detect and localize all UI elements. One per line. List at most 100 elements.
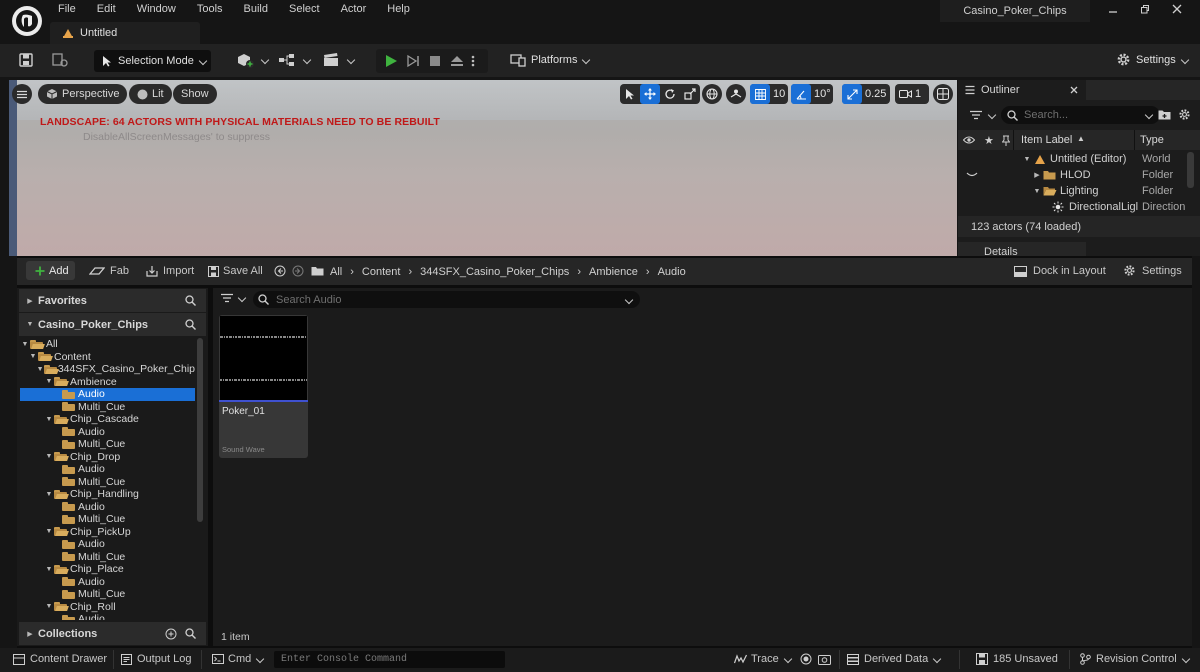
cinematics-button[interactable] <box>322 52 354 68</box>
expand-arrow-icon[interactable]: ▼ <box>44 377 54 387</box>
unsaved-button[interactable]: 185 Unsaved <box>976 653 1058 665</box>
minimize-icon[interactable] <box>1108 4 1118 14</box>
breadcrumb-folder-icon[interactable] <box>311 266 324 276</box>
asset-filter-button[interactable] <box>221 292 245 304</box>
favorites-section[interactable]: ▶ Favorites <box>19 289 206 312</box>
menu-build[interactable]: Build <box>244 3 280 15</box>
folder-tree-item[interactable]: Multi_Cue <box>20 401 195 414</box>
outliner-scrollbar[interactable] <box>1187 152 1194 188</box>
folder-tree-item[interactable]: ▼ Chip_Roll <box>20 601 195 614</box>
maximize-icon[interactable] <box>1140 4 1150 14</box>
breadcrumb-separator-icon[interactable]: › <box>646 266 650 278</box>
stop-icon[interactable] <box>427 53 443 69</box>
save-icon[interactable] <box>18 52 34 68</box>
menu-window[interactable]: Window <box>137 3 188 15</box>
outliner-row[interactable]: ▼ Lighting Folder <box>958 183 1188 199</box>
type-header[interactable]: Type <box>1140 134 1164 146</box>
item-label-header[interactable]: Item Label <box>1021 134 1072 146</box>
viewport-menu-button[interactable] <box>12 84 32 104</box>
eject-icon[interactable] <box>449 53 465 69</box>
add-collection-icon[interactable] <box>165 628 177 640</box>
folder-tree-item[interactable]: Multi_Cue <box>20 513 195 526</box>
outliner-row[interactable]: ▶ HLOD Folder <box>958 167 1188 183</box>
folder-tree-item[interactable]: ▼ 344SFX_Casino_Poker_Chip <box>20 363 195 376</box>
import-button[interactable]: Import <box>146 265 194 277</box>
search-icon[interactable] <box>185 295 196 306</box>
rotation-snap-button[interactable]: 10° <box>791 84 833 104</box>
collapse-arrow-icon[interactable]: ▶ <box>1032 170 1042 180</box>
expand-arrow-icon[interactable]: ▼ <box>44 414 54 424</box>
breadcrumb-pack[interactable]: 344SFX_Casino_Poker_Chips <box>420 266 569 278</box>
menu-edit[interactable]: Edit <box>97 3 128 15</box>
output-log-button[interactable]: Output Log <box>121 653 191 665</box>
menu-tools[interactable]: Tools <box>197 3 235 15</box>
level-viewport[interactable] <box>9 80 957 256</box>
folder-tree-item[interactable]: Audio <box>20 426 195 439</box>
select-tool-icon[interactable] <box>620 84 640 104</box>
folder-tree-item[interactable]: Audio <box>20 613 195 620</box>
folder-tree-item[interactable]: Audio <box>20 501 195 514</box>
outliner-filter-button[interactable] <box>970 109 995 121</box>
project-section[interactable]: ▼ Casino_Poker_Chips <box>19 313 206 336</box>
breadcrumb-separator-icon[interactable]: › <box>577 266 581 278</box>
folder-tree-item[interactable]: Multi_Cue <box>20 551 195 564</box>
menu-file[interactable]: File <box>58 3 88 15</box>
folder-tree-item[interactable]: Multi_Cue <box>20 588 195 601</box>
scale-tool-icon[interactable] <box>680 84 700 104</box>
dock-in-layout-button[interactable]: Dock in Layout <box>1014 265 1106 277</box>
surface-snap-button[interactable] <box>726 84 746 104</box>
folder-tree-item[interactable]: ▼ Chip_Drop <box>20 451 195 464</box>
outliner-row[interactable]: DirectionalLigl Direction <box>958 199 1188 215</box>
folder-tree-item[interactable]: ▼ Chip_Place <box>20 563 195 576</box>
details-tab[interactable]: Details <box>958 242 1086 256</box>
viewport-layout-button[interactable] <box>933 84 953 104</box>
outliner-row[interactable]: ▼ Untitled (Editor) World <box>958 151 1188 167</box>
folder-tree-item[interactable]: ▼ All <box>20 338 195 351</box>
show-button[interactable]: Show <box>173 84 217 104</box>
grid-snap-button[interactable]: 10 <box>750 84 788 104</box>
menu-help[interactable]: Help <box>387 3 422 15</box>
outliner-close-icon[interactable] <box>1070 86 1078 94</box>
perspective-button[interactable]: Perspective <box>38 84 128 104</box>
outliner-settings-icon[interactable] <box>1178 108 1191 121</box>
play-options-icon[interactable] <box>471 54 475 68</box>
record-icon[interactable] <box>800 653 812 665</box>
folder-tree-item[interactable]: ▼ Chip_Handling <box>20 488 195 501</box>
search-icon[interactable] <box>185 628 196 639</box>
source-control-icon[interactable] <box>51 52 69 68</box>
expand-arrow-icon[interactable]: ▼ <box>44 602 54 612</box>
folder-tree-item[interactable]: Audio <box>20 463 195 476</box>
fab-button[interactable]: Fab <box>89 265 129 277</box>
revision-control-dropdown[interactable]: Revision Control <box>1080 653 1189 665</box>
breadcrumb-audio[interactable]: Audio <box>658 266 686 278</box>
expand-arrow-icon[interactable]: ▼ <box>44 489 54 499</box>
world-local-button[interactable] <box>702 84 722 104</box>
breadcrumb-separator-icon[interactable]: › <box>350 266 354 278</box>
expand-arrow-icon[interactable]: ▼ <box>44 452 54 462</box>
folder-tree-item[interactable]: Multi_Cue <box>20 476 195 489</box>
save-all-button[interactable]: Save All <box>208 265 263 277</box>
level-tab[interactable]: Untitled <box>50 22 200 44</box>
selection-mode-dropdown[interactable]: Selection Mode <box>94 50 211 72</box>
menu-select[interactable]: Select <box>289 3 332 15</box>
expand-arrow-icon[interactable]: ▼ <box>1022 154 1032 164</box>
skip-icon[interactable] <box>405 53 421 69</box>
folder-tree-item[interactable]: ▼ Ambience <box>20 376 195 389</box>
forward-arrow-icon[interactable] <box>292 265 304 277</box>
folder-tree-item[interactable]: ▼ Chip_Cascade <box>20 413 195 426</box>
expand-arrow-icon[interactable]: ▼ <box>28 352 38 362</box>
rotate-tool-icon[interactable] <box>660 84 680 104</box>
add-actor-button[interactable] <box>236 52 268 68</box>
collections-section[interactable]: ▶ Collections <box>19 622 206 645</box>
camera-speed-button[interactable]: 1 <box>895 84 929 104</box>
asset-tile[interactable]: Poker_01 Sound Wave <box>219 315 308 458</box>
breadcrumb-separator-icon[interactable]: › <box>408 266 412 278</box>
console-input[interactable]: Enter Console Command <box>274 651 505 668</box>
folder-tree-item[interactable]: Multi_Cue <box>20 438 195 451</box>
platforms-button[interactable]: Platforms <box>510 52 589 68</box>
add-button[interactable]: Add <box>26 261 75 280</box>
cmd-dropdown[interactable]: Cmd <box>212 653 263 665</box>
move-tool-icon[interactable] <box>640 84 660 104</box>
folder-tree-item[interactable]: Audio <box>20 388 195 401</box>
trace-dropdown[interactable]: Trace <box>734 653 791 665</box>
